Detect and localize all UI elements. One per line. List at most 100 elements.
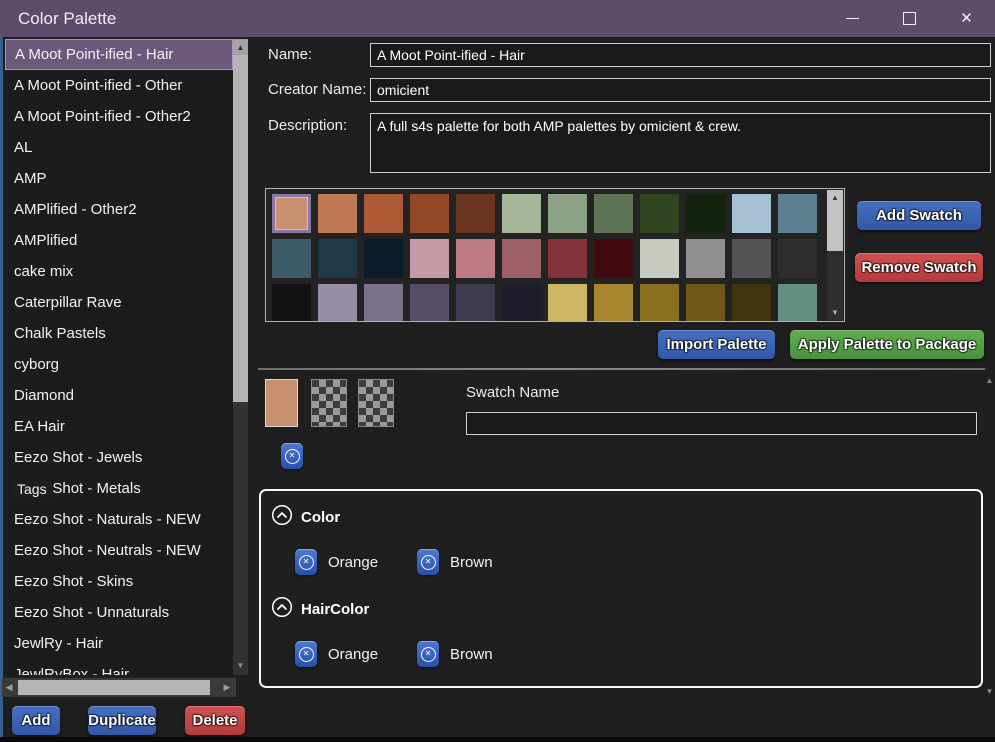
swatch-cell[interactable] [456,194,495,233]
swatch-cell[interactable] [364,239,403,278]
collapse-chevron-icon[interactable] [271,596,293,623]
apply-palette-button[interactable]: Apply Palette to Package [790,330,984,359]
swatch-cell[interactable] [548,194,587,233]
scroll-up-button[interactable]: ▲ [827,190,843,205]
swatch-cell[interactable] [272,239,311,278]
collapse-chevron-icon[interactable] [271,504,293,531]
remove-tag-button[interactable]: ✕ [295,549,317,575]
swatch-cell[interactable] [732,284,771,322]
swatch-cell[interactable] [686,284,725,322]
swatch-cell[interactable] [502,239,541,278]
palette-list-item[interactable]: JewlRyBox - Hair [5,659,233,675]
swatch-cell[interactable] [548,284,587,322]
palette-list-item[interactable]: AMPlified [5,225,233,256]
down-arrow-icon[interactable]: ▼ [984,687,995,696]
close-button[interactable]: ✕ [938,0,995,37]
swatch-highlight-preview[interactable] [358,379,394,427]
swatch-cell[interactable] [778,284,817,322]
delete-palette-button[interactable]: Delete [185,706,245,735]
scroll-right-button[interactable]: ▶ [220,678,234,697]
swatch-scrollbar[interactable]: ▲ ▼ [827,190,843,320]
swatch-color-preview[interactable] [265,379,298,427]
circle-x-icon: ✕ [285,449,300,464]
name-input[interactable] [370,43,991,67]
swatch-name-label: Swatch Name [466,384,559,401]
remove-swatch-color-button[interactable]: ✕ [281,443,303,469]
add-swatch-button[interactable]: Add Swatch [857,201,981,230]
scroll-up-button[interactable]: ▲ [233,39,248,55]
list-horizontal-scrollbar[interactable]: ◀ ▶ [2,678,236,697]
palette-list-item[interactable]: AMP [5,163,233,194]
swatch-cell[interactable] [732,194,771,233]
palette-list-item[interactable]: Caterpillar Rave [5,287,233,318]
scroll-down-button[interactable]: ▼ [827,305,843,320]
creator-name-label: Creator Name: [268,81,366,98]
palette-list-item[interactable]: A Moot Point-ified - Other [5,70,233,101]
remove-tag-button[interactable]: ✕ [295,641,317,667]
palette-list-item[interactable]: A Moot Point-ified - Other2 [5,101,233,132]
swatch-cell[interactable] [594,239,633,278]
swatch-cell[interactable] [594,284,633,322]
scroll-down-button[interactable]: ▼ [233,657,248,673]
import-palette-button[interactable]: Import Palette [658,330,775,359]
add-palette-button[interactable]: Add [12,706,60,735]
palette-list-item[interactable]: Eezo Shot - Neutrals - NEW [5,535,233,566]
palette-list-item[interactable]: AL [5,132,233,163]
swatch-cell[interactable] [364,284,403,322]
duplicate-palette-button[interactable]: Duplicate [88,706,156,735]
scrollbar-thumb[interactable] [827,205,843,251]
swatch-cell[interactable] [456,239,495,278]
swatch-cell[interactable] [502,284,541,322]
palette-list-item[interactable]: EA Hair [5,411,233,442]
remove-tag-button[interactable]: ✕ [417,549,439,575]
detail-panel-scrollbar[interactable]: ▲ ▼ [984,376,995,696]
swatch-cell[interactable] [456,284,495,322]
swatch-cell[interactable] [364,194,403,233]
palette-list-item[interactable]: Eezo Shot - Unnaturals [5,597,233,628]
remove-tag-button[interactable]: ✕ [417,641,439,667]
swatch-name-input[interactable] [466,412,977,435]
scrollbar-thumb[interactable] [18,680,210,695]
swatch-shadow-preview[interactable] [311,379,347,427]
palette-list-item[interactable]: Eezo Shot - Skins [5,566,233,597]
palette-list-item[interactable]: Chalk Pastels [5,318,233,349]
swatch-cell[interactable] [686,194,725,233]
swatch-cell[interactable] [594,194,633,233]
tag-label: Brown [450,646,493,663]
swatch-cell[interactable] [410,194,449,233]
scroll-left-button[interactable]: ◀ [2,678,16,697]
creator-name-input[interactable] [370,78,991,102]
swatch-cell[interactable] [640,239,679,278]
palette-list-item[interactable]: JewlRy - Hair [5,628,233,659]
maximize-button[interactable] [881,0,938,37]
swatch-cell[interactable] [732,239,771,278]
swatch-cell[interactable] [640,284,679,322]
window-border [0,37,3,742]
description-input[interactable]: A full s4s palette for both AMP palettes… [370,113,991,173]
swatch-cell[interactable] [502,194,541,233]
palette-list-item[interactable]: Diamond [5,380,233,411]
palette-list-item[interactable]: A Moot Point-ified - Hair [5,39,233,70]
minimize-button[interactable] [824,0,881,37]
swatch-cell[interactable] [640,194,679,233]
swatch-cell[interactable] [686,239,725,278]
swatch-cell[interactable] [778,194,817,233]
swatch-cell[interactable] [318,239,357,278]
remove-swatch-button[interactable]: Remove Swatch [855,253,983,282]
swatch-cell[interactable] [272,284,311,322]
swatch-cell[interactable] [272,194,311,233]
palette-list-item[interactable]: cyborg [5,349,233,380]
palette-list-item[interactable]: AMPlified - Other2 [5,194,233,225]
swatch-cell[interactable] [410,284,449,322]
up-arrow-icon[interactable]: ▲ [984,376,995,385]
palette-list-item[interactable]: Eezo Shot - Naturals - NEW [5,504,233,535]
swatch-cell[interactable] [318,284,357,322]
swatch-cell[interactable] [548,239,587,278]
swatch-cell[interactable] [778,239,817,278]
palette-list-item[interactable]: Eezo Shot - Jewels [5,442,233,473]
scrollbar-thumb[interactable] [233,55,248,402]
swatch-cell[interactable] [318,194,357,233]
list-vertical-scrollbar[interactable]: ▲ ▼ [233,39,248,675]
palette-list-item[interactable]: cake mix [5,256,233,287]
swatch-cell[interactable] [410,239,449,278]
